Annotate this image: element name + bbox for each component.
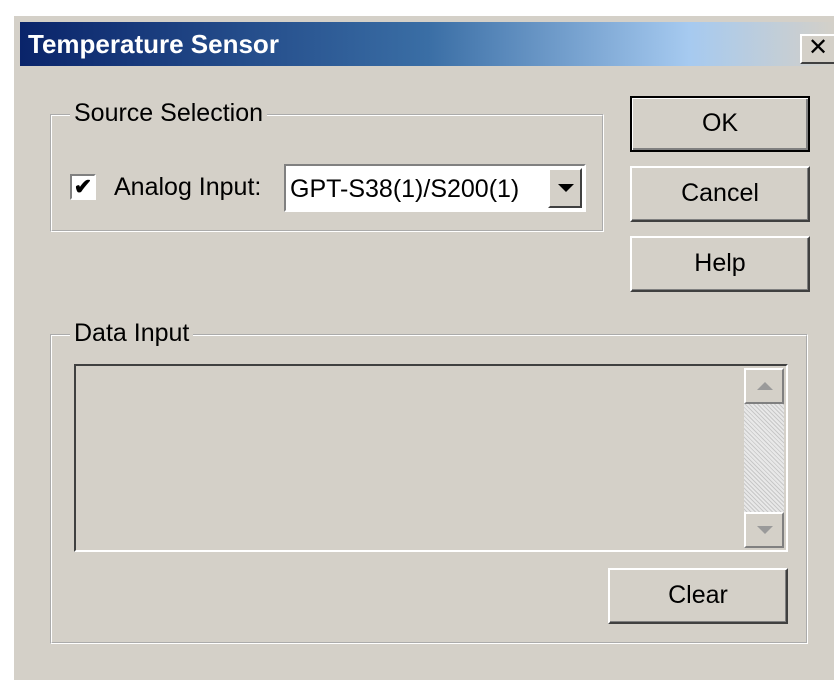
close-icon: ✕ bbox=[807, 34, 829, 61]
help-button[interactable]: Help bbox=[630, 236, 810, 292]
ok-button[interactable]: OK bbox=[630, 96, 810, 152]
temperature-sensor-dialog: Temperature Sensor ✕ Source Selection ✔ … bbox=[12, 14, 834, 680]
source-selection-legend: Source Selection bbox=[70, 98, 268, 128]
vertical-scrollbar[interactable] bbox=[744, 368, 784, 548]
analog-input-select[interactable]: GPT-S38(1)/S200(1) bbox=[284, 164, 586, 212]
scroll-down-button[interactable] bbox=[744, 512, 784, 548]
analog-input-value: GPT-S38(1)/S200(1) bbox=[290, 175, 520, 203]
checkmark-icon: ✔ bbox=[73, 174, 93, 199]
data-input-textarea[interactable] bbox=[74, 364, 788, 552]
clear-button[interactable]: Clear bbox=[608, 568, 788, 624]
scroll-up-arrow-icon bbox=[757, 382, 773, 390]
combo-dropdown-button[interactable] bbox=[548, 168, 582, 208]
close-button[interactable]: ✕ bbox=[800, 34, 834, 64]
chevron-down-icon bbox=[558, 184, 574, 192]
analog-input-checkbox[interactable]: ✔ bbox=[70, 174, 96, 200]
analog-input-label: Analog Input: bbox=[114, 173, 262, 201]
scroll-down-arrow-icon bbox=[757, 526, 773, 534]
scroll-up-button[interactable] bbox=[744, 368, 784, 404]
cancel-button[interactable]: Cancel bbox=[630, 166, 810, 222]
title-bar[interactable]: Temperature Sensor ✕ bbox=[20, 22, 834, 66]
data-input-legend: Data Input bbox=[70, 318, 194, 348]
window-title: Temperature Sensor bbox=[28, 29, 279, 59]
